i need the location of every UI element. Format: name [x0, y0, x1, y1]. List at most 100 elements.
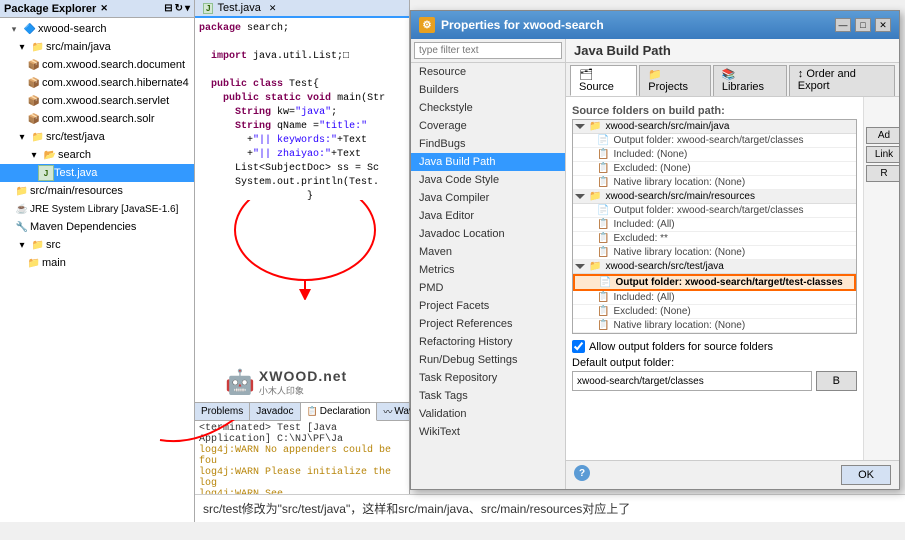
editor-tab[interactable]: J Test.java ✕	[195, 0, 409, 18]
src-test-icon: 📁	[589, 261, 601, 272]
browse-button[interactable]: B	[816, 371, 857, 391]
src-main-java-excluded: 📋 Excluded: (None)	[573, 162, 856, 176]
tab-javadoc[interactable]: Javadoc	[250, 403, 300, 420]
editor-content[interactable]: package search; import java.util.List;□ …	[195, 18, 409, 402]
menu-task-repository[interactable]: Task Repository	[411, 369, 565, 387]
properties-dialog: ⚙ Properties for xwood-search — □ ✕ Reso…	[410, 10, 900, 490]
src-main-java-output: 📄 Output folder: xwood-search/target/cla…	[573, 134, 856, 148]
editor-panel: J Test.java ✕ package search; import jav…	[195, 0, 410, 522]
tab-projects[interactable]: 📁 Projects	[639, 65, 711, 96]
src-test-output: 📄 Output folder: xwood-search/target/tes…	[573, 274, 856, 291]
menu-pmd[interactable]: PMD	[411, 279, 565, 297]
tree-label-src-test: src/test/java	[46, 131, 105, 143]
tree-item-jre[interactable]: ☕ JRE System Library [JavaSE-1.6]	[0, 200, 194, 218]
expand-src-test: ▾	[14, 129, 30, 145]
collapse-icon[interactable]: ⊟	[164, 3, 172, 14]
menu-checkstyle[interactable]: Checkstyle	[411, 99, 565, 117]
tree-item-testjava[interactable]: J Test.java	[0, 164, 194, 182]
menu-builders[interactable]: Builders	[411, 81, 565, 99]
editor-close-icon[interactable]: ✕	[269, 3, 277, 14]
link-button[interactable]: Link	[866, 146, 899, 163]
menu-java-code-style[interactable]: Java Code Style	[411, 171, 565, 189]
src-main-resources-header[interactable]: 📁 xwood-search/src/main/resources	[573, 190, 856, 204]
menu-maven[interactable]: Maven	[411, 243, 565, 261]
maximize-button[interactable]: □	[855, 18, 871, 32]
src-main-java-label: xwood-search/src/main/java	[605, 121, 729, 132]
source-entry-main-resources: 📁 xwood-search/src/main/resources 📄 Outp…	[573, 190, 856, 260]
source-entry-test-java: 📁 xwood-search/src/test/java 📄 Output fo…	[573, 260, 856, 333]
tree-item-src-main-resources[interactable]: 📁 src/main/resources	[0, 182, 194, 200]
tab-libraries[interactable]: 📚 Libraries	[713, 65, 787, 96]
help-icon[interactable]: ?	[574, 465, 590, 481]
tree-item-servlet[interactable]: 📦 com.xwood.search.servlet	[0, 92, 194, 110]
code-line-11: List<SubjectDoc> ss = Sc	[199, 162, 405, 176]
remove-button[interactable]: R	[866, 165, 899, 182]
menu-java-editor[interactable]: Java Editor	[411, 207, 565, 225]
default-folder-input[interactable]	[572, 371, 812, 391]
watermark-brand: XWOOD.net	[259, 368, 347, 384]
panel-toolbar: ⊟ ↻ ▾	[164, 3, 190, 14]
tree-label-servlet: com.xwood.search.servlet	[42, 95, 169, 107]
tree-item-src-main-java[interactable]: ▾ 📁 src/main/java	[0, 38, 194, 56]
menu-findbugs[interactable]: FindBugs	[411, 135, 565, 153]
tab-declaration[interactable]: 📋 Declaration	[301, 403, 378, 421]
ok-button[interactable]: OK	[841, 465, 891, 485]
src-main-java-icon: 📁	[589, 121, 601, 132]
src-main-java-header[interactable]: 📁 xwood-search/src/main/java	[573, 120, 856, 134]
menu-refactoring-history[interactable]: Refactoring History	[411, 333, 565, 351]
tree-label-testjava: Test.java	[54, 167, 97, 179]
pkg-icon-hibernate: 📦	[26, 75, 42, 91]
code-line-6: public static void main(Str	[199, 92, 405, 106]
menu-icon[interactable]: ▾	[185, 3, 190, 14]
src-res-excluded: 📋 Excluded: **	[573, 232, 856, 246]
tree-item-xwood-search[interactable]: ▾ 🔷 xwood-search	[0, 20, 194, 38]
src-res-output: 📄 Output folder: xwood-search/target/cla…	[573, 204, 856, 218]
tab-source[interactable]: 🗂 Source	[570, 65, 637, 96]
menu-java-compiler[interactable]: Java Compiler	[411, 189, 565, 207]
menu-javadoc-location[interactable]: Javadoc Location	[411, 225, 565, 243]
tab-problems[interactable]: Problems	[195, 403, 250, 420]
sync-icon[interactable]: ↻	[175, 3, 183, 14]
src-test-java-header[interactable]: 📁 xwood-search/src/test/java	[573, 260, 856, 274]
tree-item-src-test-java[interactable]: ▾ 📁 src/test/java	[0, 128, 194, 146]
dialog-body: Resource Builders Checkstyle Coverage Fi…	[411, 39, 899, 489]
code-line-12: System.out.println(Test.	[199, 176, 405, 190]
dialog-header: ⚙ Properties for xwood-search — □ ✕	[411, 11, 899, 39]
close-dialog-button[interactable]: ✕	[875, 18, 891, 32]
menu-validation[interactable]: Validation	[411, 405, 565, 423]
dialog-right-title: Java Build Path	[566, 39, 899, 63]
tree-item-src[interactable]: ▾ 📁 src	[0, 236, 194, 254]
package-explorer-header: Package Explorer ✕ ⊟ ↻ ▾	[0, 0, 194, 18]
output-icon-3: 📄	[599, 277, 611, 288]
dialog-title-text: Properties for xwood-search	[441, 18, 604, 32]
menu-resource[interactable]: Resource	[411, 63, 565, 81]
menu-run-debug[interactable]: Run/Debug Settings	[411, 351, 565, 369]
close-icon[interactable]: ✕	[100, 3, 108, 14]
add-folder-button[interactable]: Ad	[866, 127, 899, 144]
source-tree: 📁 xwood-search/src/main/java 📄 Output fo…	[572, 119, 857, 334]
code-line-1: package search;	[199, 22, 405, 36]
tree-item-document[interactable]: 📦 com.xwood.search.document	[0, 56, 194, 74]
menu-wikitext[interactable]: WikiText	[411, 423, 565, 441]
tree-label-src: src	[46, 239, 61, 251]
menu-coverage[interactable]: Coverage	[411, 117, 565, 135]
folder-icon-main: 📁	[26, 255, 42, 271]
menu-task-tags[interactable]: Task Tags	[411, 387, 565, 405]
tree-item-search-folder[interactable]: ▾ 📂 search	[0, 146, 194, 164]
tree-item-hibernate4[interactable]: 📦 com.xwood.search.hibernate4	[0, 74, 194, 92]
tree-item-main[interactable]: 📁 main	[0, 254, 194, 272]
tree-label-xwood: xwood-search	[38, 23, 106, 35]
dialog-controls: — □ ✕	[835, 18, 891, 32]
tab-order-export[interactable]: ↕ Order and Export	[789, 65, 895, 96]
package-explorer: Package Explorer ✕ ⊟ ↻ ▾ ▾ 🔷 xwood-searc…	[0, 0, 195, 522]
filter-input[interactable]	[414, 42, 562, 59]
menu-metrics[interactable]: Metrics	[411, 261, 565, 279]
minimize-button[interactable]: —	[835, 18, 851, 32]
menu-project-references[interactable]: Project References	[411, 315, 565, 333]
tree-item-solr[interactable]: 📦 com.xwood.search.solr	[0, 110, 194, 128]
allow-output-checkbox[interactable]	[572, 340, 585, 353]
menu-java-build-path[interactable]: Java Build Path	[411, 153, 565, 171]
watermark-chinese: 小木人印象	[259, 384, 347, 397]
tree-item-maven[interactable]: 🔧 Maven Dependencies	[0, 218, 194, 236]
menu-project-facets[interactable]: Project Facets	[411, 297, 565, 315]
